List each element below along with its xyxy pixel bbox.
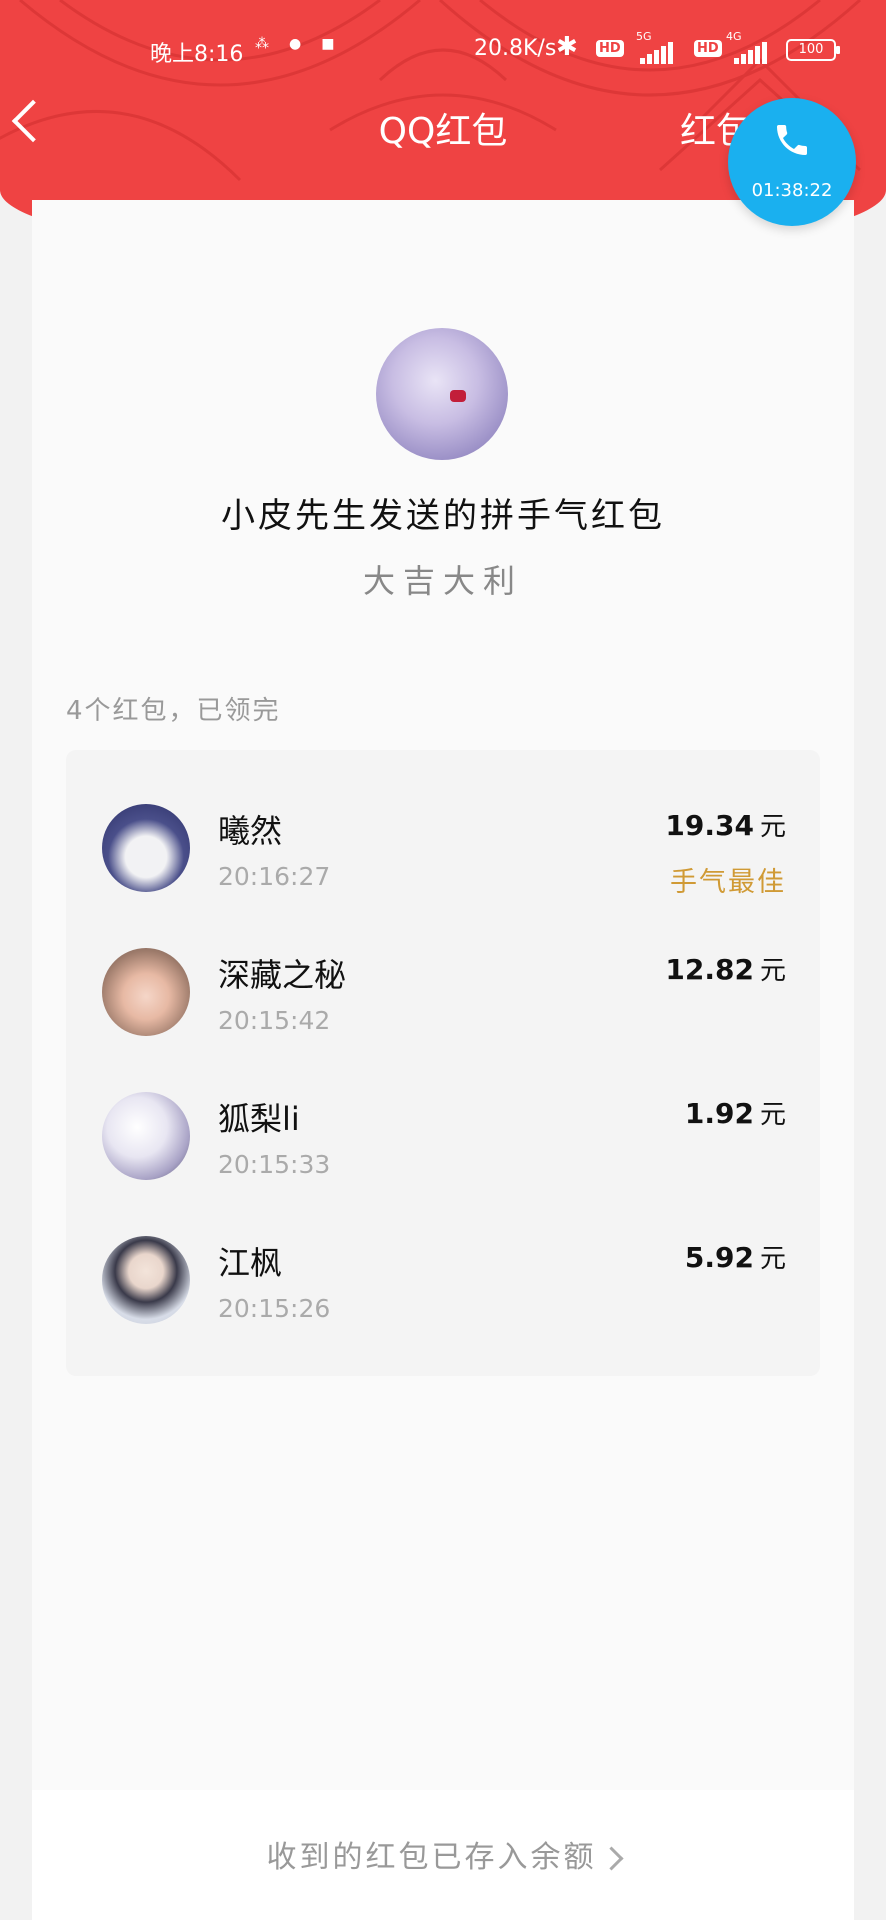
- packet-summary: 4个红包，已领完: [66, 696, 281, 726]
- battery-icon: 100: [786, 39, 840, 61]
- chevron-right-icon: [598, 1846, 624, 1871]
- notification-icons: ⁂●■: [255, 36, 355, 52]
- signal-icon: [734, 42, 774, 64]
- sender-title: 小皮先生发送的拼手气红包: [221, 496, 665, 536]
- avatar[interactable]: [102, 1236, 190, 1324]
- avatar[interactable]: [102, 804, 190, 892]
- amount: 19.34 元: [665, 806, 786, 843]
- hd-badge: HD: [694, 40, 722, 57]
- amount-unit: 元: [759, 1244, 786, 1274]
- recipient-name: 江枫: [218, 1244, 283, 1282]
- amount-value: 19.34: [665, 809, 754, 842]
- call-duration: 01:38:22: [751, 180, 833, 201]
- list-item[interactable]: 狐梨li 20:15:33 1.92 元: [66, 1038, 820, 1180]
- phone-icon: [777, 125, 807, 155]
- list-item[interactable]: 江枫 20:15:26 5.92 元: [66, 1182, 820, 1324]
- recipient-name: 狐梨li: [218, 1100, 300, 1138]
- sender-avatar[interactable]: [376, 328, 508, 460]
- claim-time: 20:15:26: [218, 1294, 331, 1323]
- hd-badge: HD: [596, 40, 624, 57]
- list-item[interactable]: 深藏之秘 20:15:42 12.82 元: [66, 894, 820, 1036]
- amount-unit: 元: [759, 1100, 786, 1130]
- balance-link[interactable]: 收到的红包已存入余额: [32, 1832, 854, 1876]
- claim-time: 20:15:42: [218, 1006, 331, 1035]
- amount-unit: 元: [759, 812, 786, 842]
- recipient-name: 曦然: [218, 812, 283, 850]
- amount-unit: 元: [759, 956, 786, 986]
- claim-time: 20:15:33: [218, 1150, 331, 1179]
- status-bar: 晚上8:16 ⁂●■ 20.8K/s ✱ HD 5G HD 4G 100: [0, 30, 886, 68]
- amount: 1.92 元: [685, 1094, 786, 1131]
- signal-icon: [640, 42, 680, 64]
- avatar[interactable]: [102, 948, 190, 1036]
- claim-time: 20:16:27: [218, 862, 331, 891]
- footer-bar[interactable]: 收到的红包已存入余额: [32, 1790, 854, 1920]
- call-bubble[interactable]: 01:38:22: [728, 98, 856, 226]
- status-time: 晚上8:16: [150, 42, 244, 67]
- amount-value: 1.92: [684, 1097, 754, 1130]
- amount-value: 12.82: [665, 953, 754, 986]
- recipient-list: 曦然 20:16:27 19.34 元 手气最佳 深藏之秘 20:15:42 12…: [66, 750, 820, 1376]
- avatar[interactable]: [102, 1092, 190, 1180]
- balance-link-label: 收到的红包已存入余额: [266, 1840, 597, 1875]
- network-speed: 20.8K/s: [474, 36, 557, 61]
- amount: 12.82 元: [665, 950, 786, 987]
- greeting-text: 大吉大利: [362, 562, 523, 600]
- bluetooth-icon: ✱: [556, 32, 578, 62]
- recipient-name: 深藏之秘: [218, 956, 347, 994]
- amount: 5.92 元: [685, 1238, 786, 1275]
- list-item[interactable]: 曦然 20:16:27 19.34 元 手气最佳: [66, 750, 820, 898]
- amount-value: 5.92: [684, 1241, 754, 1274]
